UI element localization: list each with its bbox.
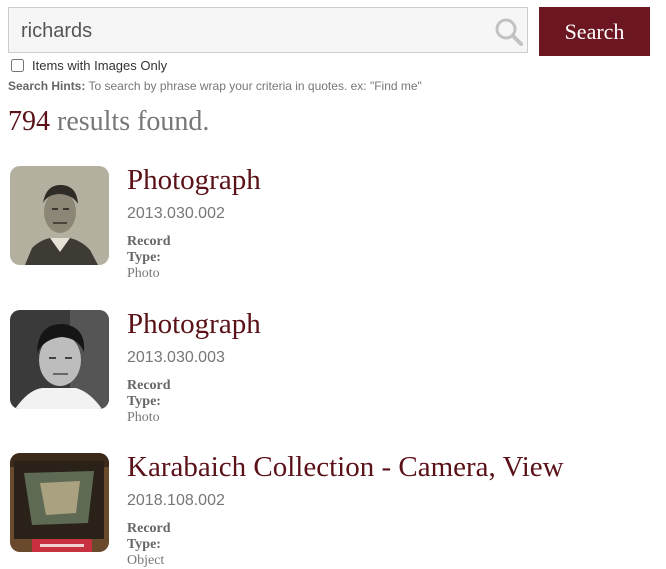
results-count-number: 794 bbox=[8, 106, 50, 137]
results-count-suffix: results found. bbox=[57, 106, 210, 137]
result-title[interactable]: Karabaich Collection - Camera, View bbox=[127, 451, 564, 484]
search-hints-label: Search Hints: bbox=[8, 79, 86, 93]
search-input[interactable] bbox=[19, 16, 483, 46]
result-record-type: Record Type: Photo bbox=[127, 234, 171, 282]
record-type-value: Photo bbox=[127, 410, 160, 425]
result-record-type: Record Type: Photo bbox=[127, 378, 171, 426]
record-type-label: Record Type: bbox=[127, 234, 171, 265]
result-id: 2013.030.003 bbox=[127, 349, 225, 366]
record-type-label: Record Type: bbox=[127, 378, 171, 409]
images-only-label: Items with Images Only bbox=[32, 58, 168, 73]
search-hints-text: To search by phrase wrap your criteria i… bbox=[88, 79, 422, 93]
result-title[interactable]: Photograph bbox=[127, 164, 261, 197]
result-id: 2018.108.002 bbox=[127, 492, 225, 509]
result-record-type: Record Type: Object bbox=[127, 521, 171, 569]
result-thumbnail[interactable] bbox=[10, 310, 109, 409]
search-icon[interactable] bbox=[494, 17, 524, 47]
images-only-checkbox[interactable] bbox=[11, 59, 24, 72]
record-type-label: Record Type: bbox=[127, 521, 171, 552]
search-box[interactable] bbox=[8, 7, 528, 53]
result-id: 2013.030.002 bbox=[127, 205, 225, 222]
result-thumbnail[interactable] bbox=[10, 166, 109, 265]
images-only-filter[interactable]: Items with Images Only bbox=[11, 58, 167, 73]
search-button[interactable]: Search bbox=[539, 7, 650, 56]
record-type-value: Photo bbox=[127, 266, 160, 281]
results-count: 794 results found. bbox=[8, 106, 209, 138]
result-thumbnail[interactable] bbox=[10, 453, 109, 552]
result-title[interactable]: Photograph bbox=[127, 308, 261, 341]
search-hints: Search Hints: To search by phrase wrap y… bbox=[8, 79, 422, 93]
